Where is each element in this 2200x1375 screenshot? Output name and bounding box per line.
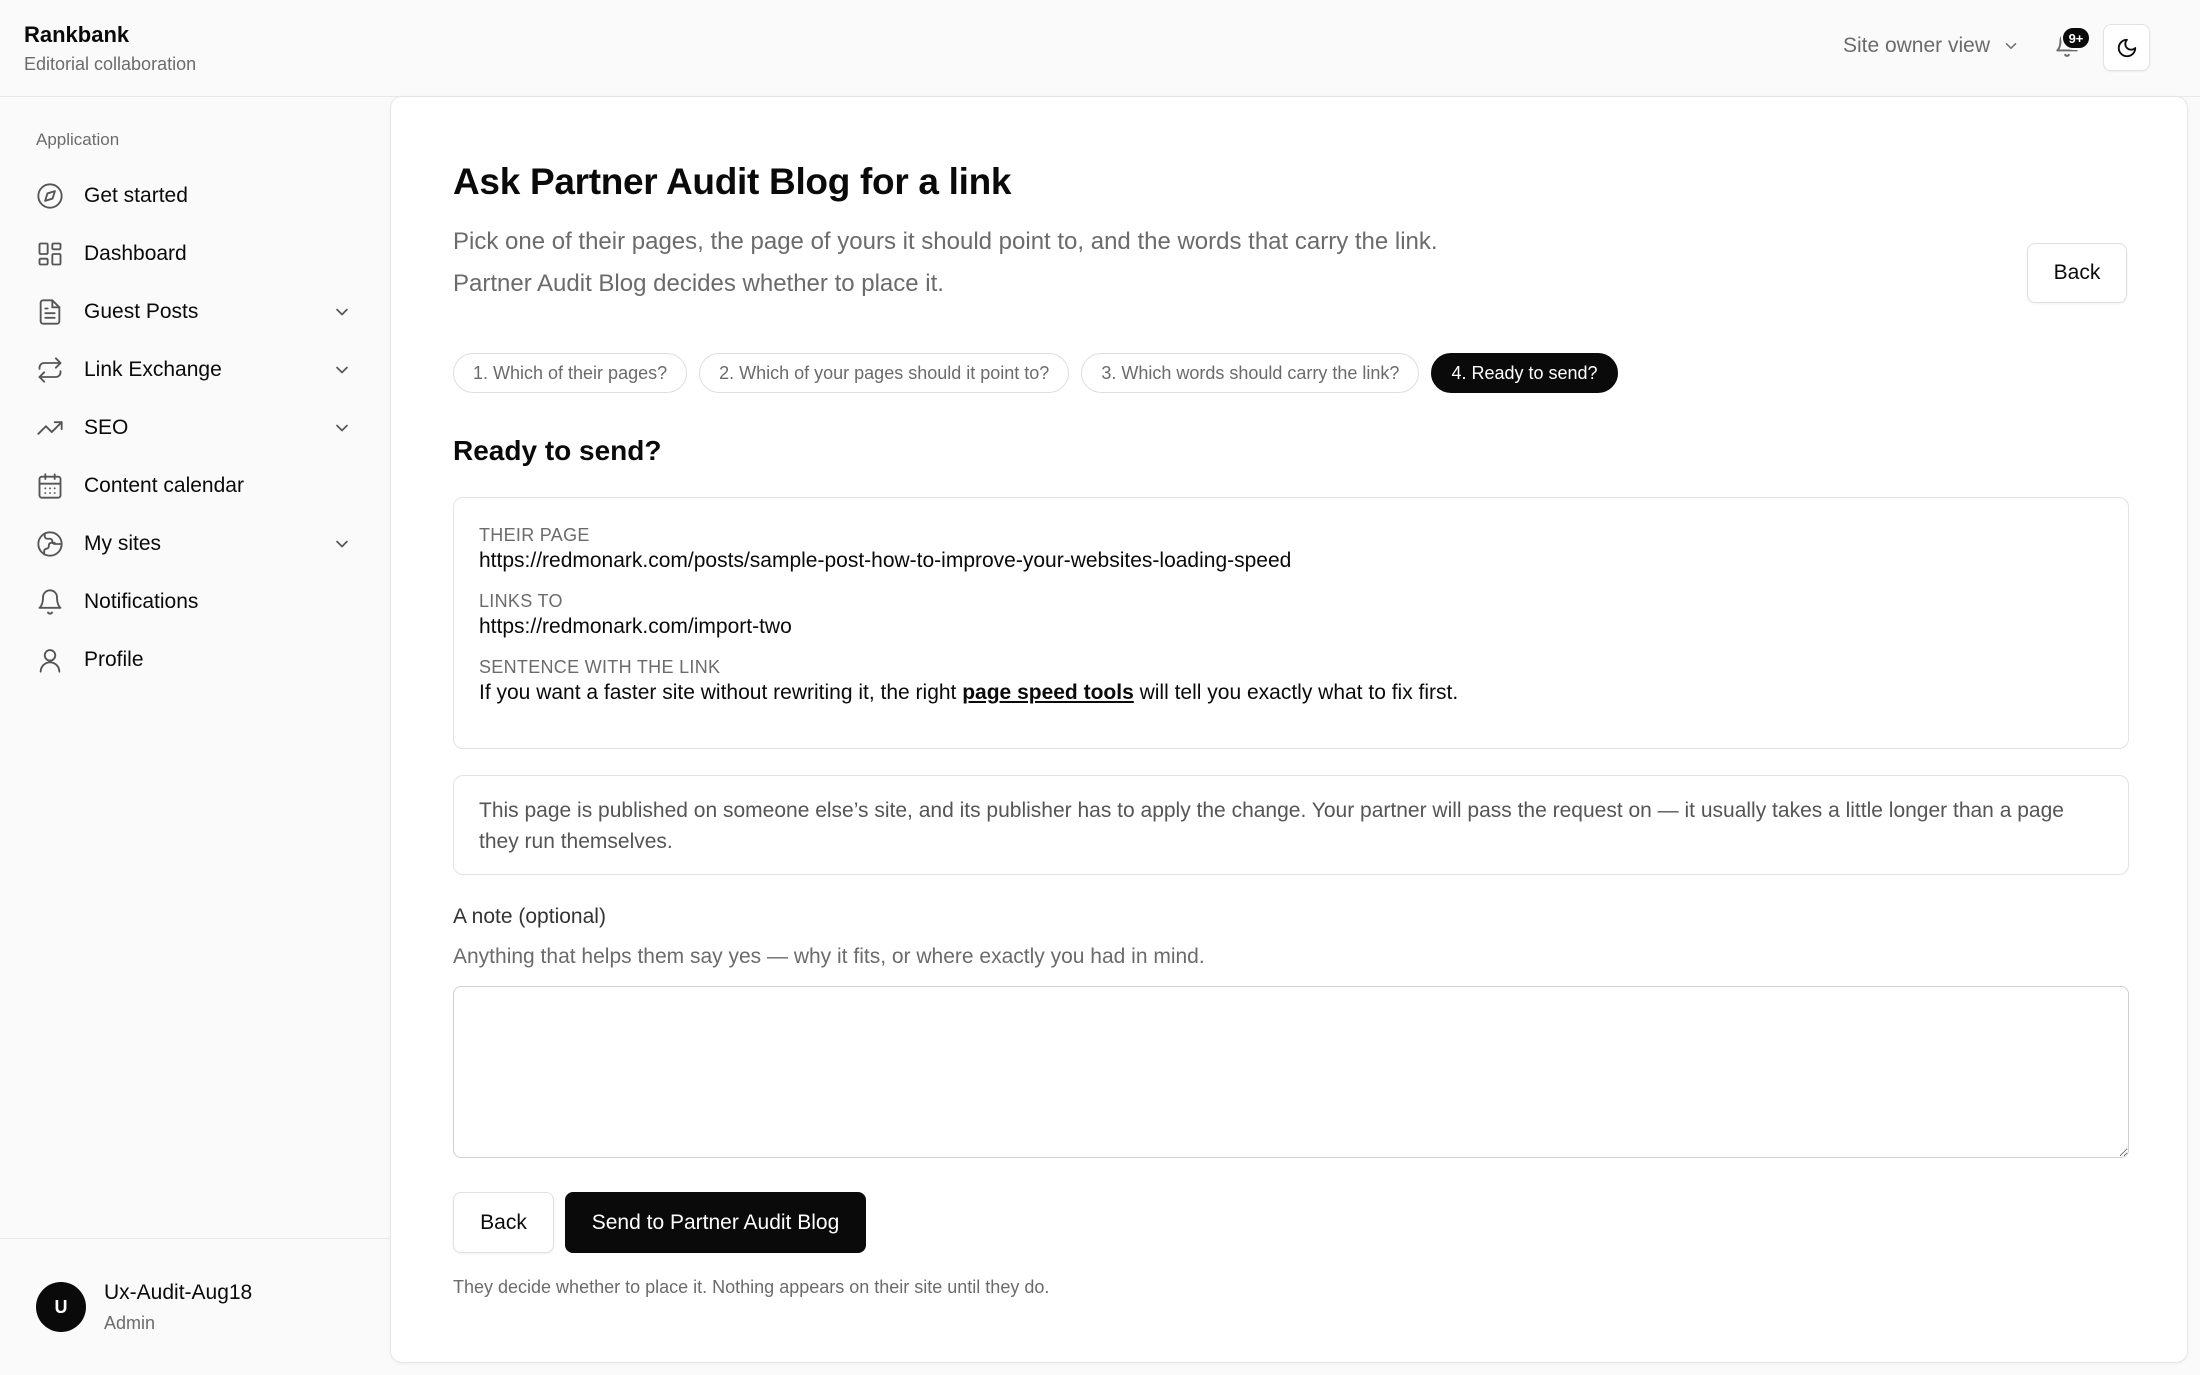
- step-ready-to-send[interactable]: 4. Ready to send?: [1431, 353, 1618, 393]
- sidebar-item-label: Link Exchange: [84, 358, 222, 381]
- sidebar-item-get-started[interactable]: Get started: [24, 167, 364, 225]
- compass-icon: [36, 182, 64, 210]
- request-summary-card: THEIR PAGE https://redmonark.com/posts/s…: [453, 497, 2129, 749]
- notification-count-badge: 9+: [2061, 26, 2091, 50]
- section-title: Ready to send?: [453, 435, 662, 466]
- note-help-text: Anything that helps them say yes — why i…: [453, 945, 1205, 968]
- sidebar: Application Get started Dashboard Guest …: [0, 97, 390, 1375]
- avatar: U: [36, 1282, 86, 1332]
- sidebar-item-my-sites[interactable]: My sites: [24, 515, 364, 573]
- repeat-arrows-icon: [36, 356, 64, 384]
- step-their-page[interactable]: 1. Which of their pages?: [453, 353, 688, 393]
- sidebar-item-label: My sites: [84, 532, 162, 555]
- header-back-button[interactable]: Back: [2027, 243, 2127, 303]
- page-description: Pick one of their pages, the page of you…: [453, 221, 1553, 305]
- view-switcher-label: Site owner view: [1842, 34, 1990, 57]
- sidebar-item-label: SEO: [84, 416, 129, 439]
- theme-toggle-button[interactable]: [2103, 24, 2150, 71]
- main-panel: Ask Partner Audit Blog for a link Pick o…: [390, 96, 2188, 1363]
- user-role: Admin: [104, 1313, 156, 1333]
- sentence-value: If you want a faster site without rewrit…: [479, 678, 2103, 708]
- sidebar-item-label: Guest Posts: [84, 300, 199, 323]
- bell-icon: [36, 588, 64, 616]
- links-to-label: LINKS TO: [479, 591, 563, 611]
- sidebar-heading: Application: [36, 130, 120, 149]
- sidebar-item-label: Content calendar: [84, 474, 244, 497]
- step-anchor-words[interactable]: 3. Which words should carry the link?: [1081, 353, 1420, 393]
- chevron-down-icon[interactable]: [332, 534, 352, 554]
- back-button[interactable]: Back: [453, 1192, 554, 1253]
- chevron-down-icon[interactable]: [332, 360, 352, 380]
- sentence-after: will tell you exactly what to fix first.: [1133, 681, 1459, 704]
- note-textarea[interactable]: [453, 986, 2129, 1158]
- footnote: They decide whether to place it. Nothing…: [453, 1277, 1050, 1297]
- sidebar-item-link-exchange[interactable]: Link Exchange: [24, 341, 364, 399]
- dashboard-grid-icon: [36, 240, 64, 268]
- page-title: Ask Partner Audit Blog for a link: [453, 161, 1012, 202]
- chevron-down-icon: [2005, 43, 2017, 49]
- sidebar-item-label: Get started: [84, 184, 188, 207]
- their-page-value: https://redmonark.com/posts/sample-post-…: [479, 549, 1292, 572]
- wizard-steps: 1. Which of their pages? 2. Which of you…: [453, 353, 1618, 393]
- publisher-notice: This page is published on someone else’s…: [453, 775, 2129, 875]
- sidebar-nav: Get started Dashboard Guest Posts Link E…: [24, 167, 364, 689]
- their-page-label: THEIR PAGE: [479, 525, 590, 545]
- sidebar-item-notifications[interactable]: Notifications: [24, 573, 364, 631]
- sidebar-item-label: Profile: [84, 648, 144, 671]
- top-bar: Rankbank Editorial collaboration Site ow…: [0, 0, 2200, 97]
- links-to-value: https://redmonark.com/import-two: [479, 615, 792, 638]
- send-request-button[interactable]: Send to Partner Audit Blog: [565, 1192, 866, 1253]
- page-description-line: Partner Audit Blog decides whether to pl…: [453, 270, 944, 297]
- document-icon: [36, 298, 64, 326]
- app-name[interactable]: Rankbank: [24, 22, 129, 48]
- moon-icon: [2117, 38, 2136, 57]
- sidebar-item-guest-posts[interactable]: Guest Posts: [24, 283, 364, 341]
- globe-icon: [36, 530, 64, 558]
- view-switcher[interactable]: Site owner view: [1843, 34, 2020, 58]
- app-subtitle: Editorial collaboration: [24, 54, 197, 74]
- page-description-line: Pick one of their pages, the page of you…: [453, 228, 1438, 255]
- sidebar-item-label: Dashboard: [84, 242, 187, 265]
- sidebar-item-seo[interactable]: SEO: [24, 399, 364, 457]
- step-your-page[interactable]: 2. Which of your pages should it point t…: [699, 353, 1070, 393]
- chevron-down-icon[interactable]: [332, 418, 352, 438]
- sidebar-item-profile[interactable]: Profile: [24, 631, 364, 689]
- sentence-label: SENTENCE WITH THE LINK: [479, 657, 721, 677]
- anchor-text: page speed tools: [962, 681, 1134, 704]
- note-label: A note (optional): [453, 905, 606, 928]
- sidebar-item-label: Notifications: [84, 590, 199, 613]
- sentence-before: If you want a faster site without rewrit…: [479, 681, 963, 704]
- user-name: Ux-Audit-Aug18: [104, 1281, 253, 1304]
- sidebar-item-dashboard[interactable]: Dashboard: [24, 225, 364, 283]
- user-icon: [36, 646, 64, 674]
- trending-up-icon: [36, 414, 64, 442]
- sidebar-item-content-calendar[interactable]: Content calendar: [24, 457, 364, 515]
- chevron-down-icon[interactable]: [332, 302, 352, 322]
- user-menu[interactable]: U Ux-Audit-Aug18 Admin: [0, 1238, 390, 1375]
- calendar-icon: [36, 472, 64, 500]
